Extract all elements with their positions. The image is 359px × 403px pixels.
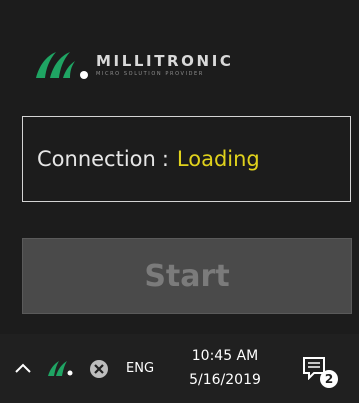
clock[interactable]: 10:45 AM 5/16/2019 xyxy=(175,344,275,392)
taskbar: ENG 10:45 AM 5/16/2019 2 xyxy=(0,334,359,403)
close-circle-icon[interactable] xyxy=(88,358,110,380)
millitronic-logo-icon xyxy=(36,52,88,79)
language-indicator[interactable]: ENG xyxy=(126,356,154,380)
brand-tagline: micro solution provider xyxy=(96,71,204,77)
notification-badge: 2 xyxy=(320,370,338,388)
millitronic-logo: MILLITRONIC micro solution provider xyxy=(30,48,233,80)
connection-status-panel: Connection : Loading xyxy=(22,116,351,202)
brand-name: MILLITRONIC xyxy=(96,52,234,70)
logo-text: MILLITRONIC micro solution provider xyxy=(96,52,233,78)
app-window: MILLITRONIC micro solution provider Conn… xyxy=(0,0,359,334)
start-button[interactable]: Start xyxy=(22,238,352,314)
connection-label: Connection xyxy=(37,147,156,171)
connection-separator: : xyxy=(161,147,169,171)
chevron-up-icon[interactable] xyxy=(12,358,34,378)
notification-center-button[interactable]: 2 xyxy=(300,354,340,388)
connection-status: Loading xyxy=(176,147,260,171)
millitronic-tray-icon[interactable] xyxy=(46,359,74,377)
clock-date: 5/16/2019 xyxy=(189,372,261,388)
clock-time: 10:45 AM xyxy=(191,348,259,364)
